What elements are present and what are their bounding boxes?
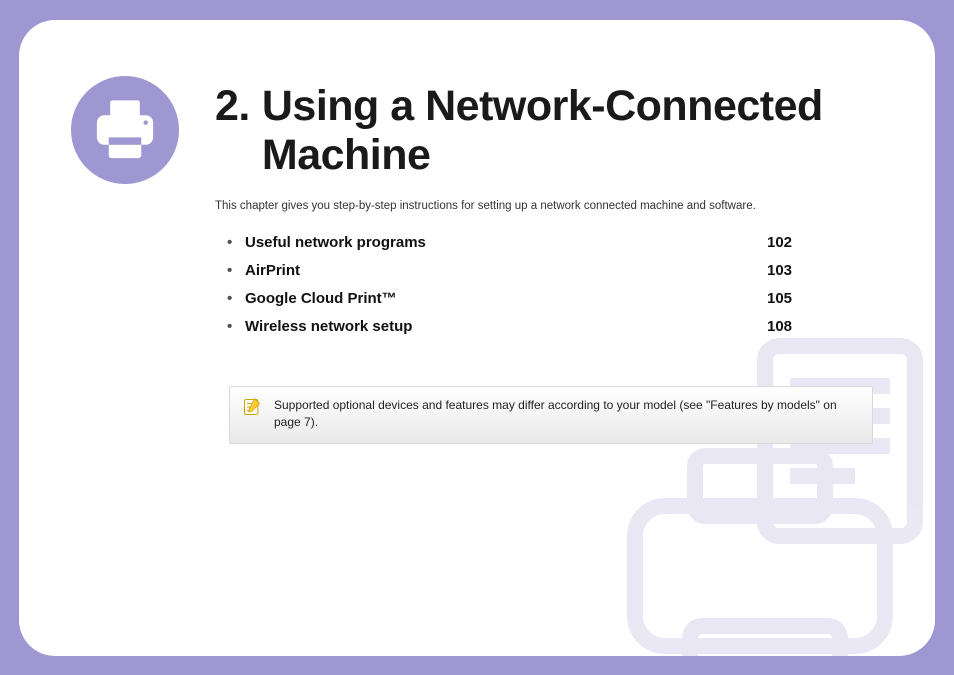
- chapter-toc: Useful network programs 102 AirPrint 103…: [227, 234, 807, 346]
- printer-watermark-icon: [595, 336, 935, 656]
- toc-page: 105: [767, 290, 807, 307]
- toc-entry[interactable]: Useful network programs 102: [227, 234, 807, 251]
- note-box: Supported optional devices and features …: [229, 386, 873, 445]
- toc-label: Google Cloud Print™: [245, 290, 397, 307]
- printer-icon: [88, 93, 162, 167]
- note-text: Supported optional devices and features …: [274, 398, 837, 429]
- toc-entry[interactable]: AirPrint 103: [227, 262, 807, 279]
- toc-label: Useful network programs: [245, 234, 426, 251]
- note-icon: [242, 397, 262, 417]
- toc-label: Wireless network setup: [245, 318, 412, 335]
- chapter-number: 2.: [215, 82, 250, 180]
- chapter-title: Using a Network-Connected Machine: [262, 82, 865, 180]
- toc-label: AirPrint: [245, 262, 300, 279]
- toc-page: 103: [767, 262, 807, 279]
- chapter-icon-printer: [71, 76, 179, 184]
- toc-entry[interactable]: Google Cloud Print™ 105: [227, 290, 807, 307]
- chapter-intro: This chapter gives you step-by-step inst…: [215, 200, 895, 212]
- toc-page: 102: [767, 234, 807, 251]
- document-page: 2. Using a Network-Connected Machine Thi…: [19, 20, 935, 656]
- toc-page: 108: [767, 318, 807, 335]
- toc-entry[interactable]: Wireless network setup 108: [227, 318, 807, 335]
- chapter-heading: 2. Using a Network-Connected Machine: [215, 82, 865, 180]
